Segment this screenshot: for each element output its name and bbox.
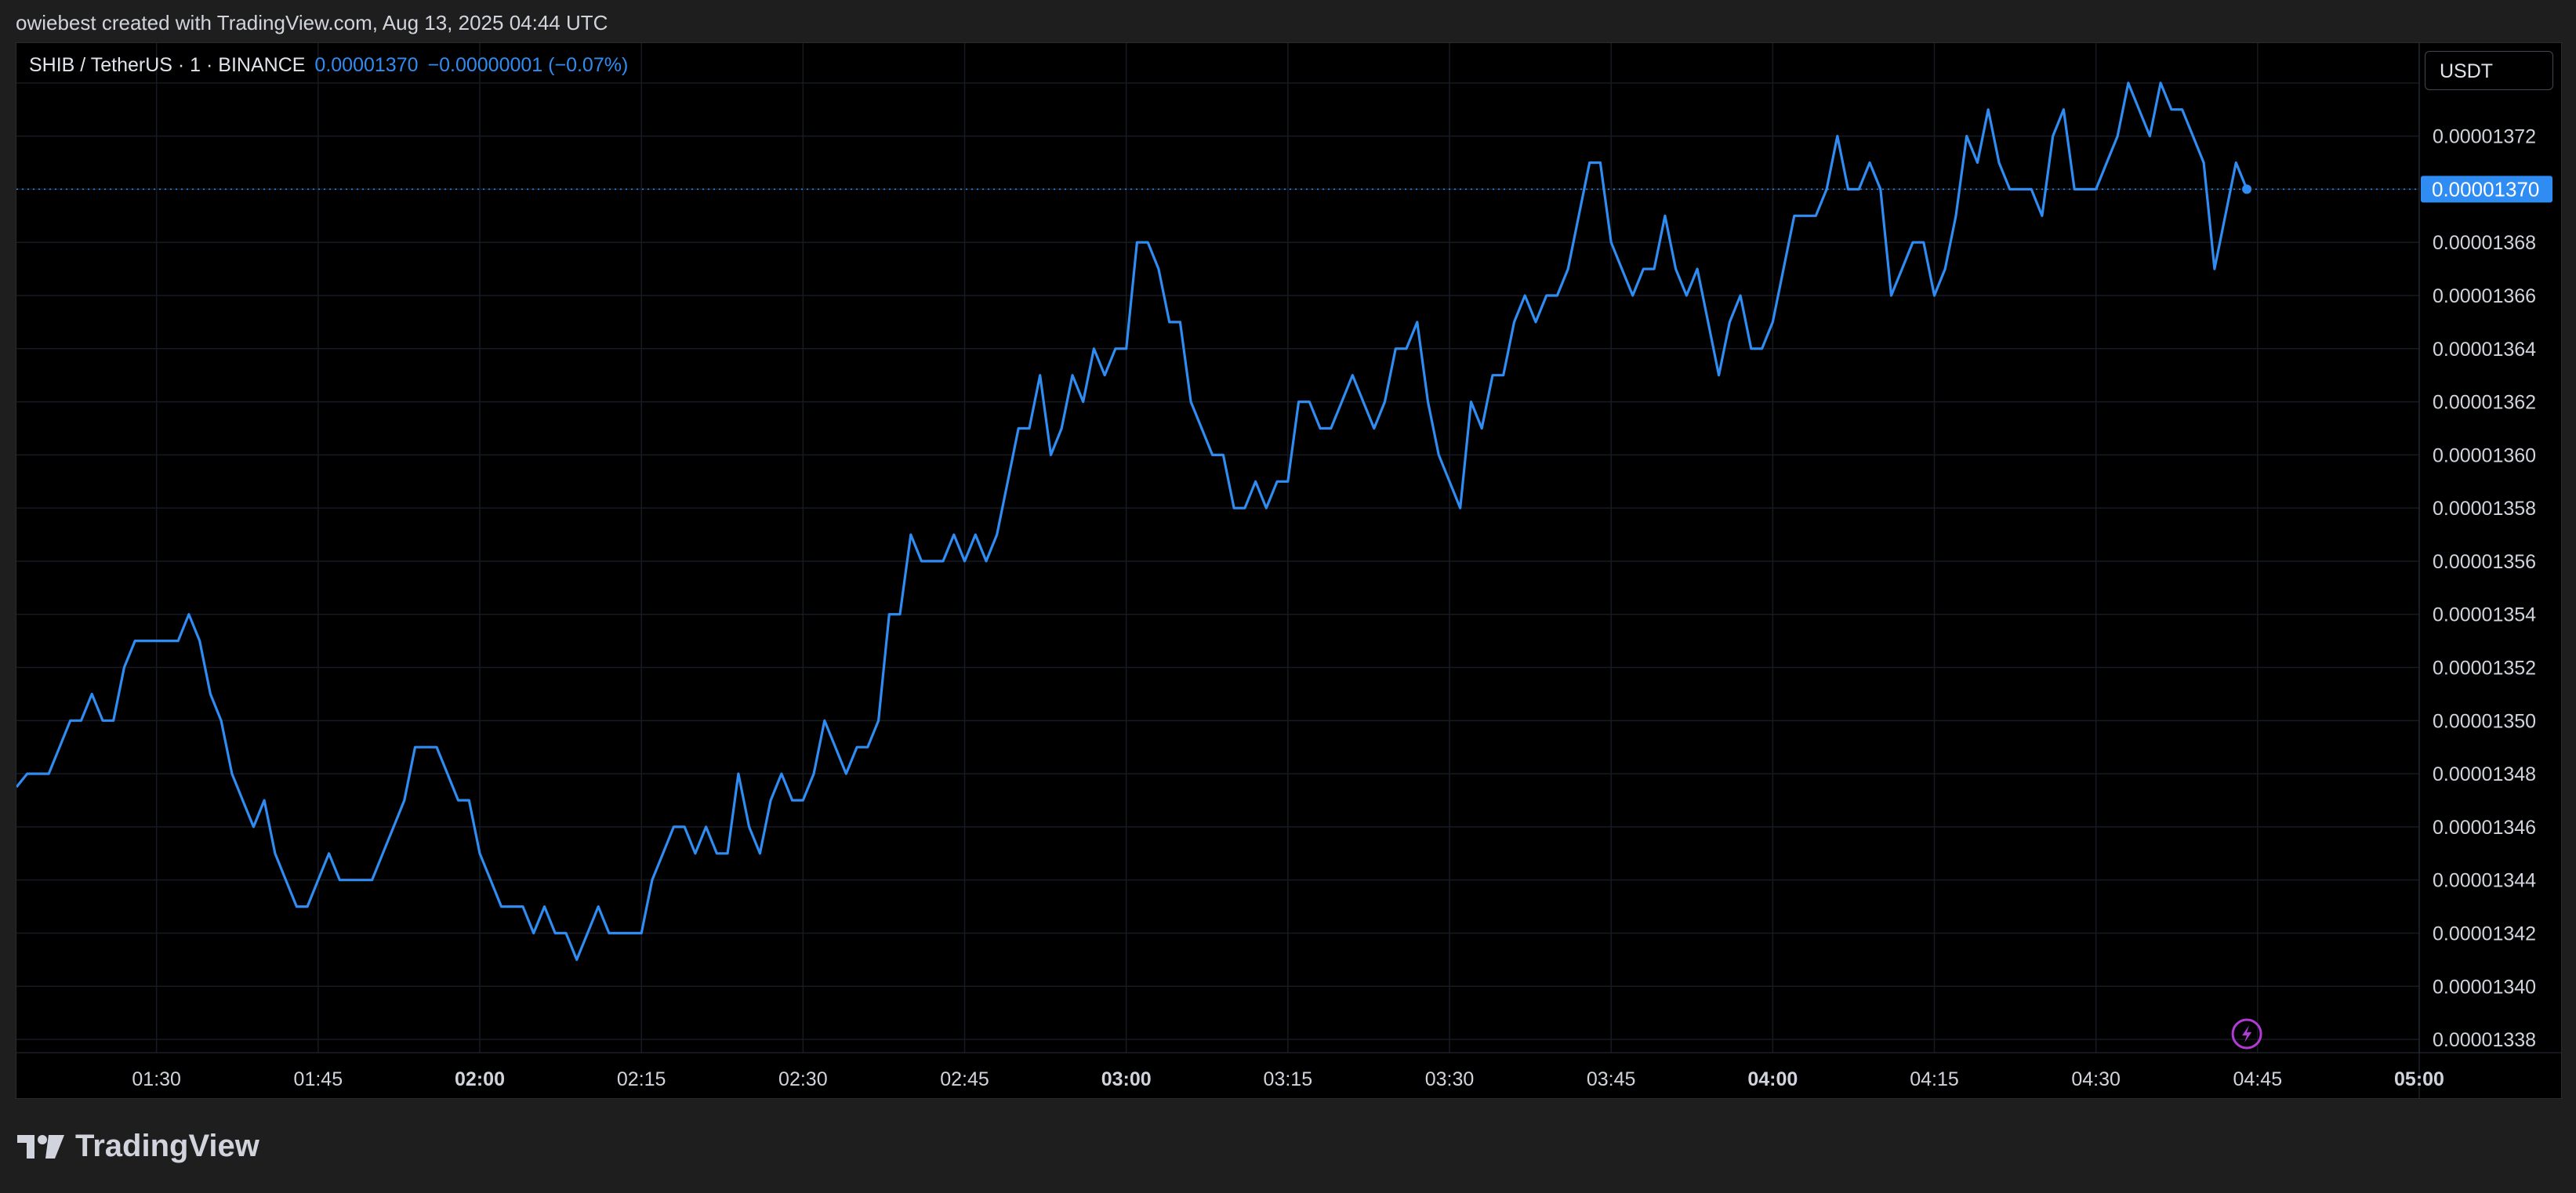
x-tick-label: 02:45: [940, 1068, 989, 1090]
x-tick-label: 03:45: [1587, 1068, 1636, 1090]
x-tick-label: 03:30: [1425, 1068, 1475, 1090]
y-tick-label: 0.00001346: [2433, 817, 2536, 839]
y-tick-label: 0.00001344: [2433, 870, 2536, 892]
y-tick-label: 0.00001338: [2433, 1029, 2536, 1051]
x-tick-label: 01:45: [294, 1068, 343, 1090]
y-tick-label: 0.00001366: [2433, 285, 2536, 307]
tradingview-logo-icon: [17, 1134, 64, 1159]
x-tick-label: 03:00: [1101, 1068, 1152, 1090]
currency-button[interactable]: USDT: [2425, 51, 2553, 90]
y-tick-label: 0.00001356: [2433, 551, 2536, 573]
y-tick-label: 0.00001350: [2433, 710, 2536, 732]
x-tick-label: 02:15: [617, 1068, 666, 1090]
x-tick-label: 02:00: [455, 1068, 505, 1090]
x-tick-label: 02:30: [778, 1068, 828, 1090]
x-tick-label: 05:00: [2394, 1068, 2444, 1090]
grid-lines: [16, 43, 2420, 1053]
price-chart[interactable]: 0.00001338 0.00001340 0.00001342 0.00001344…: [16, 43, 2561, 1098]
last-price-dot: [2242, 184, 2252, 194]
lightning-bolt-icon[interactable]: [2231, 1018, 2262, 1050]
y-tick-label: 0.00001348: [2433, 763, 2536, 785]
brand-name: TradingView: [75, 1129, 259, 1163]
x-tick-label: 04:00: [1747, 1068, 1798, 1090]
y-tick-label: 0.00001362: [2433, 392, 2536, 414]
y-tick-label: 0.00001352: [2433, 658, 2536, 680]
symbol-legend: SHIB / TetherUS · 1 · BINANCE 0.00001370−…: [29, 54, 628, 77]
x-tick-label: 03:15: [1264, 1068, 1313, 1090]
last-price-tag-label: 0.00001370: [2432, 177, 2539, 201]
symbol-name[interactable]: SHIB / TetherUS · 1 · BINANCE: [29, 54, 305, 76]
last-price-tag: 0.00001370: [2421, 176, 2552, 203]
chart-area[interactable]: 0.00001338 0.00001340 0.00001342 0.00001344…: [16, 42, 2562, 1099]
y-tick-label: 0.00001368: [2433, 232, 2536, 254]
y-tick-label: 0.00001342: [2433, 923, 2536, 945]
footer-branding: TradingView: [17, 1129, 259, 1164]
y-tick-label: 0.00001360: [2433, 444, 2536, 466]
y-tick-label: 0.00001358: [2433, 498, 2536, 520]
y-tick-label: 0.00001354: [2433, 604, 2536, 626]
x-tick-label: 01:30: [132, 1068, 181, 1090]
y-tick-label: 0.00001364: [2433, 339, 2536, 361]
x-tick-label: 04:15: [1910, 1068, 1959, 1090]
price-change: −0.00000001 (−0.07%): [427, 54, 629, 76]
x-tick-label: 04:30: [2071, 1068, 2121, 1090]
y-tick-label: 0.00001372: [2433, 126, 2536, 148]
price-series-line: [16, 82, 2248, 961]
time-axis[interactable]: 01:30 01:45 02:00 02:15 02:30 02:45 03:00 03:15…: [16, 1052, 2561, 1090]
chart-credit: owiebest created with TradingView.com, A…: [16, 11, 608, 34]
x-tick-label: 04:45: [2233, 1068, 2283, 1090]
last-price-value: 0.00001370: [314, 54, 419, 76]
y-tick-label: 0.00001340: [2433, 976, 2536, 998]
